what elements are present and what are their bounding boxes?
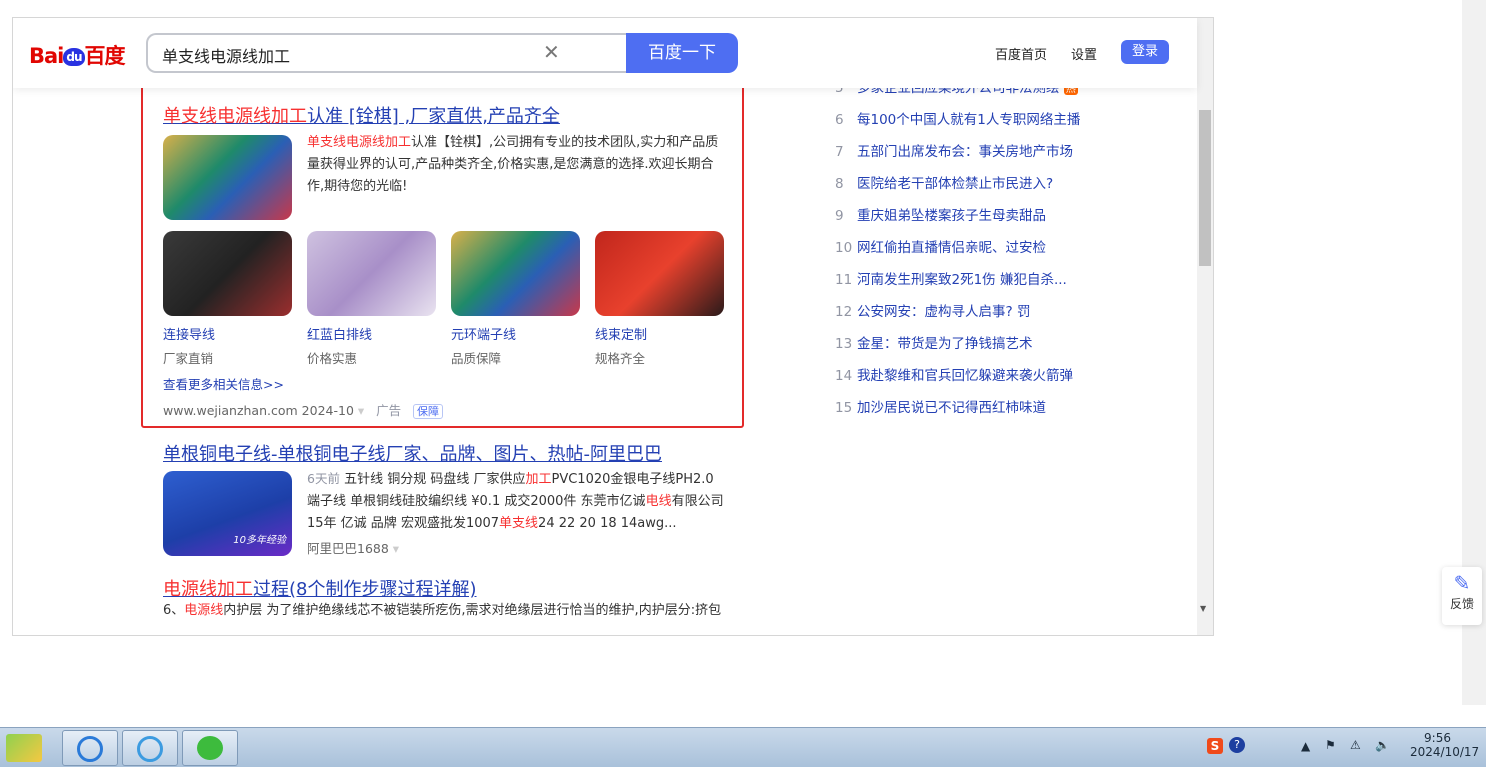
ime-icon[interactable]: S — [1207, 738, 1223, 754]
ad-source: www.wejianzhan.com 2024-10 ▾ 广告 保障 — [163, 400, 444, 419]
hot-search-item[interactable]: 11 河南发生刑案致2死1伤 嫌犯自杀... — [835, 268, 1067, 288]
rank: 7 — [835, 144, 844, 160]
hot-search-item[interactable]: 14 我赴黎维和官兵回忆躲避来袭火箭弹 — [835, 364, 1073, 384]
rank: 13 — [835, 336, 853, 352]
hot-search-item[interactable]: 15 加沙居民说已不记得西红柿味道 — [835, 396, 1046, 416]
hot-title: 医院给老干部体检禁止市民进入? — [857, 176, 1054, 192]
hot-title: 网红偷拍直播情侣亲昵、过安检 — [857, 240, 1046, 256]
hot-title: 加沙居民说已不记得西红柿味道 — [857, 400, 1046, 416]
hot-search-item[interactable]: 10 网红偷拍直播情侣亲昵、过安检 — [835, 236, 1046, 256]
ad-item-image[interactable] — [307, 231, 436, 316]
result-image[interactable]: 10多年经验 — [163, 471, 292, 556]
login-button[interactable]: 登录 — [1121, 40, 1169, 64]
help-icon[interactable]: ? — [1229, 737, 1245, 753]
ad-item-image[interactable] — [163, 231, 292, 316]
ad-item-link[interactable]: 红蓝白排线 — [307, 324, 372, 343]
browser-viewport: Bai du 百度 单支线电源线加工 ✕ 百度一下 百度首页 设置 登录 单支线电源… — [12, 17, 1214, 636]
hot-title: 公安网安：虚构寻人启事? 罚 — [857, 304, 1031, 320]
hot-title: 河南发生刑案致2死1伤 嫌犯自杀... — [857, 272, 1067, 288]
result-title[interactable]: 电源线加工过程(8个制作步骤过程详解) — [163, 575, 477, 601]
rank: 10 — [835, 240, 853, 256]
hot-search-item[interactable]: 9 重庆姐弟坠楼案孩子生母卖甜品 — [835, 204, 1046, 224]
rank: 8 — [835, 176, 844, 192]
result-description: 6、电源线内护层 为了维护绝缘线芯不被铠装所疙伤,需求对绝缘层进行恰当的维护,内… — [163, 603, 722, 618]
taskbar-app-sogou[interactable] — [62, 730, 118, 766]
ad-item-link[interactable]: 连接导线 — [163, 324, 215, 343]
hot-title: 重庆姐弟坠楼案孩子生母卖甜品 — [857, 208, 1046, 224]
ad-item-link[interactable]: 线束定制 — [595, 324, 647, 343]
ad-item-link[interactable]: 元环端子线 — [451, 324, 516, 343]
guarantee-badge: 保障 — [413, 404, 444, 419]
feedback-label: 反馈 — [1449, 597, 1474, 611]
rank: 14 — [835, 368, 853, 384]
clock[interactable]: 9:56 2024/10/17 — [1410, 731, 1479, 759]
ad-title[interactable]: 单支线电源线加工认准 [铨棋] ,厂家直供,产品齐全 — [163, 102, 560, 128]
feedback-button[interactable]: ✎ 反馈 — [1442, 567, 1482, 625]
ad-item-image[interactable] — [595, 231, 724, 316]
taskbar-app-wechat[interactable] — [182, 730, 238, 766]
hot-search-item[interactable]: 13 金星：带货是为了挣钱搞艺术 — [835, 332, 1033, 352]
action-center-icon[interactable]: ⚑ — [1325, 738, 1336, 752]
hot-search-item[interactable]: 8 医院给老干部体检禁止市民进入? — [835, 172, 1053, 192]
hot-search-item[interactable]: 7 五部门出席发布会：事关房地产市场 — [835, 140, 1073, 160]
ad-item-image[interactable] — [451, 231, 580, 316]
result-title[interactable]: 单根铜电子线-单根铜电子线厂家、品牌、图片、热帖-阿里巴巴 — [163, 440, 662, 466]
hot-title: 我赴黎维和官兵回忆躲避来袭火箭弹 — [857, 368, 1073, 384]
search-button[interactable]: 百度一下 — [626, 33, 738, 73]
ad-item-sub: 厂家直销 — [163, 351, 214, 366]
taskbar-app-browser[interactable] — [122, 730, 178, 766]
scroll-down-icon[interactable]: ▼ — [1200, 604, 1206, 613]
rank: 15 — [835, 400, 853, 416]
rank: 6 — [835, 112, 844, 128]
result-source[interactable]: 阿里巴巴1688 ▾ — [307, 538, 399, 557]
rank: 9 — [835, 208, 844, 224]
rank: 11 — [835, 272, 853, 288]
ad-item-sub: 规格齐全 — [595, 351, 646, 366]
hot-title: 金星：带货是为了挣钱搞艺术 — [857, 336, 1033, 352]
rank: 12 — [835, 304, 853, 320]
volume-icon[interactable]: 🔈 — [1375, 738, 1390, 752]
settings-link[interactable]: 设置 — [1071, 44, 1097, 63]
start-icon[interactable] — [6, 734, 42, 762]
ad-description: 单支线电源线加工认准【铨棋】,公司拥有专业的技术团队,实力和产品质量获得业界的认… — [307, 135, 719, 194]
baidu-logo[interactable]: Bai du 百度 — [29, 40, 126, 70]
home-link[interactable]: 百度首页 — [995, 44, 1047, 63]
ad-item-sub: 价格实惠 — [307, 351, 358, 366]
ad-main-image[interactable] — [163, 135, 292, 220]
ad-item-sub: 品质保障 — [451, 351, 502, 366]
result-description: 6天前 五针线 铜分规 码盘线 厂家供应加工PVC1020金银电子线PH2.0端… — [307, 471, 724, 531]
pencil-icon: ✎ — [1453, 571, 1471, 595]
clear-icon[interactable]: ✕ — [543, 40, 560, 64]
more-info-link[interactable]: 查看更多相关信息>> — [163, 374, 284, 393]
taskbar: S ? ▲ ⚑ ⚠ 🔈 9:56 2024/10/17 — [0, 727, 1486, 767]
hot-title: 五部门出席发布会：事关房地产市场 — [857, 144, 1073, 160]
hot-search-item[interactable]: 12 公安网安：虚构寻人启事? 罚 — [835, 300, 1030, 320]
hot-search-item[interactable]: 6 每100个中国人就有1人专职网络主播 — [835, 108, 1080, 128]
scrollbar-thumb[interactable] — [1199, 110, 1211, 266]
header: Bai du 百度 单支线电源线加工 ✕ 百度一下 百度首页 设置 登录 — [13, 18, 1197, 88]
hot-title: 每100个中国人就有1人专职网络主播 — [857, 112, 1081, 128]
network-warning-icon[interactable]: ⚠ — [1350, 738, 1361, 752]
show-hidden-icons[interactable]: ▲ — [1301, 739, 1310, 753]
